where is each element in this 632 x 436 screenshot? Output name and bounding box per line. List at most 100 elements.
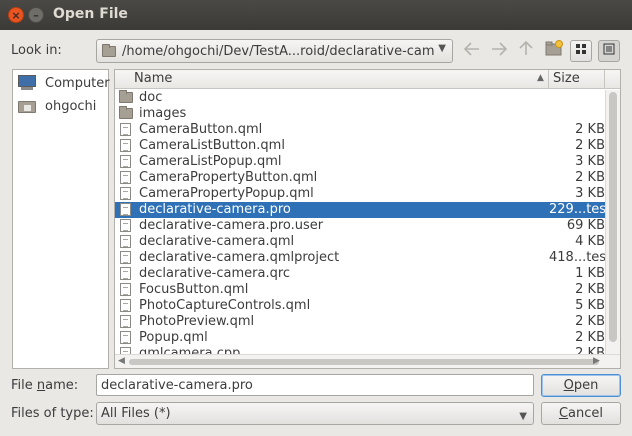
file-size-cell: 4 KB [575, 234, 605, 249]
file-size-cell: 2 KB [575, 170, 605, 185]
file-icon [120, 123, 131, 136]
close-icon[interactable]: × [8, 7, 24, 23]
file-name-cell: doc [139, 90, 163, 105]
folder-icon [102, 43, 116, 57]
file-name-cell: declarative-camera.qml [139, 234, 295, 249]
folder-icon [119, 90, 133, 103]
table-row[interactable]: declarative-camera.qrc 1 KB [115, 266, 605, 282]
file-icon [120, 299, 131, 312]
window-title: Open File [53, 6, 128, 22]
open-button[interactable]: Open [541, 374, 621, 397]
table-row[interactable]: Popup.qml 2 KB [115, 330, 605, 346]
table-row[interactable]: PhotoPreview.qml 2 KB [115, 314, 605, 330]
file-name-cell: declarative-camera.pro [139, 202, 291, 217]
computer-icon [17, 75, 37, 91]
column-header-name[interactable]: Name [115, 70, 549, 89]
file-name-cell: PhotoPreview.qml [139, 314, 255, 329]
file-name-cell: CameraListButton.qml [139, 138, 285, 153]
file-type-value: All Files (*) [101, 406, 171, 421]
list-header: Name ▲ Size [115, 70, 620, 89]
table-row[interactable]: CameraPropertyButton.qml 2 KB [115, 170, 605, 186]
file-name-cell: CameraListPopup.qml [139, 154, 282, 169]
file-size-cell: 3 KB [575, 154, 605, 169]
look-in-path: /home/ohgochi/Dev/TestA...roid/declarati… [122, 43, 434, 59]
home-folder-icon [17, 98, 37, 114]
file-icon [120, 283, 131, 296]
file-size-cell: 229...tes [549, 202, 605, 217]
table-row[interactable]: CameraListButton.qml 2 KB [115, 138, 605, 154]
sidebar-item-computer[interactable]: Computer [17, 73, 110, 93]
cancel-button[interactable]: Cancel [541, 402, 621, 425]
file-icon [120, 187, 131, 200]
file-name-cell: declarative-camera.pro.user [139, 218, 324, 233]
file-size-cell: 2 KB [575, 282, 605, 297]
file-name-cell: PhotoCaptureControls.qml [139, 298, 311, 313]
file-size-cell: 2 KB [575, 122, 605, 137]
table-row[interactable]: declarative-camera.qml 4 KB [115, 234, 605, 250]
horizontal-scrollbar[interactable]: ◀ ▶ [115, 354, 620, 368]
file-name-cell: CameraButton.qml [139, 122, 263, 137]
table-row[interactable]: images [115, 106, 605, 122]
file-icon [120, 331, 131, 344]
column-header-size[interactable]: Size [549, 70, 605, 89]
file-size-cell: 2 KB [575, 138, 605, 153]
file-name-cell: declarative-camera.qmlproject [139, 250, 340, 265]
file-type-combo[interactable]: All Files (*) ▼ [96, 402, 534, 425]
minimize-icon[interactable]: – [28, 7, 44, 23]
sidebar-item-label: ohgochi [45, 98, 97, 114]
folder-icon [119, 106, 133, 119]
file-size-cell: 69 KB [566, 218, 605, 233]
file-icon [120, 219, 131, 232]
scroll-left-icon[interactable]: ◀ [118, 356, 125, 366]
table-row[interactable]: PhotoCaptureControls.qml 5 KB [115, 298, 605, 314]
file-name-cell: CameraPropertyPopup.qml [139, 186, 314, 201]
file-size-cell: 2 KB [575, 330, 605, 345]
list-view-icon[interactable] [570, 40, 592, 62]
look-in-combo[interactable]: /home/ohgochi/Dev/TestA...roid/declarati… [96, 39, 453, 63]
back-icon[interactable] [461, 40, 483, 62]
file-icon [120, 235, 131, 248]
file-size-cell: 418...tes [549, 250, 605, 265]
file-icon [120, 203, 131, 216]
file-size-cell: 5 KB [575, 298, 605, 313]
file-size-cell: 2 KB [575, 314, 605, 329]
table-row[interactable]: declarative-camera.pro 229...tes [115, 202, 605, 218]
detail-view-icon[interactable] [598, 40, 620, 62]
table-row[interactable]: CameraPropertyPopup.qml 3 KB [115, 186, 605, 202]
scrollbar-thumb[interactable] [129, 359, 599, 365]
file-icon [120, 171, 131, 184]
scroll-right-icon[interactable]: ▶ [593, 356, 600, 366]
table-row[interactable]: declarative-camera.pro.user 69 KB [115, 218, 605, 234]
table-row[interactable]: declarative-camera.qmlproject 418...tes [115, 250, 605, 266]
file-name-cell: declarative-camera.qrc [139, 266, 291, 281]
scrollbar-thumb[interactable] [609, 92, 617, 342]
table-row[interactable]: FocusButton.qml 2 KB [115, 282, 605, 298]
file-size-cell: 1 KB [575, 266, 605, 281]
file-name-cell: FocusButton.qml [139, 282, 249, 297]
look-in-label: Look in: [11, 43, 62, 58]
file-icon [120, 251, 131, 264]
file-type-label: Files of type: [11, 406, 94, 421]
forward-icon[interactable] [488, 40, 510, 62]
new-folder-icon[interactable] [543, 40, 565, 62]
file-list[interactable]: Name ▲ Size doc images CameraButton.qml 2 K… [114, 69, 621, 369]
sidebar-item-label: Computer [45, 75, 110, 91]
chevron-down-icon: ▼ [519, 411, 527, 422]
table-row[interactable]: doc [115, 90, 605, 106]
file-icon [120, 267, 131, 280]
file-icon [120, 139, 131, 152]
file-name-cell: Popup.qml [139, 330, 208, 345]
title-bar: × – Open File [0, 0, 632, 30]
file-rows: doc images CameraButton.qml 2 KB CameraListB… [115, 90, 605, 362]
sort-ascending-icon: ▲ [537, 73, 544, 83]
file-size-cell: 3 KB [575, 186, 605, 201]
file-icon [120, 155, 131, 168]
file-icon [120, 315, 131, 328]
file-name-input[interactable] [96, 374, 534, 396]
table-row[interactable]: CameraButton.qml 2 KB [115, 122, 605, 138]
vertical-scrollbar[interactable] [605, 90, 620, 354]
sidebar-item-home[interactable]: ohgochi [17, 96, 96, 116]
file-name-label: File name: [11, 378, 79, 393]
parent-directory-icon[interactable] [515, 40, 537, 62]
table-row[interactable]: CameraListPopup.qml 3 KB [115, 154, 605, 170]
